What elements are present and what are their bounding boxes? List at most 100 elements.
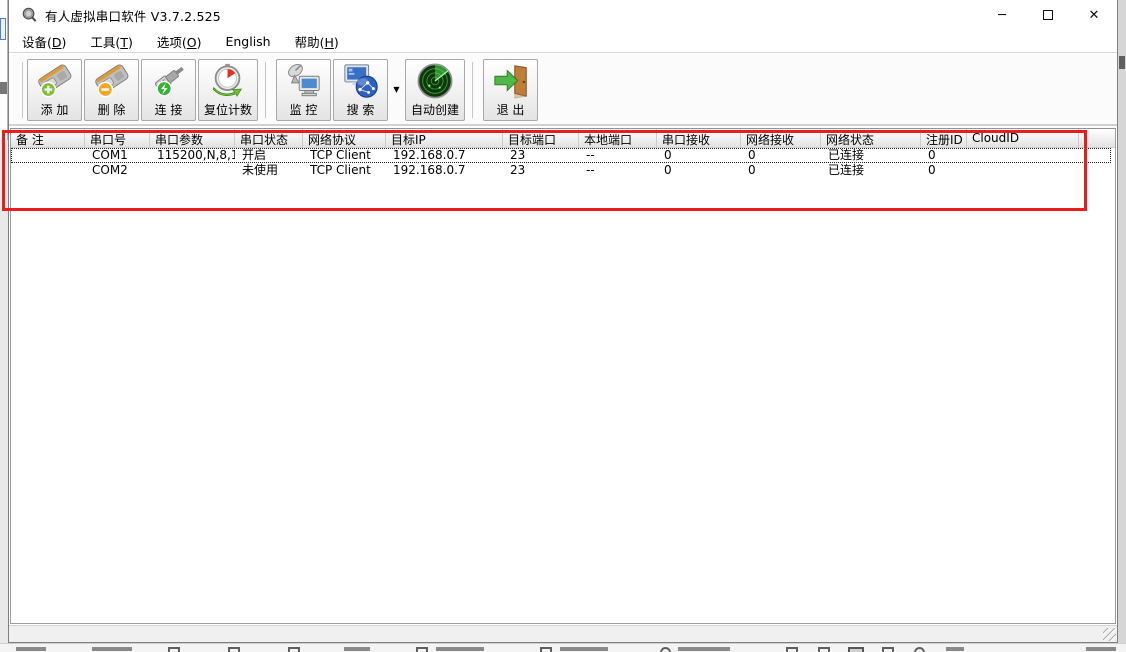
background-window-left-sliver xyxy=(0,0,8,652)
cell-net-protocol: TCP Client xyxy=(310,148,371,162)
column-header-net-protocol[interactable]: 网络协议 xyxy=(303,129,386,147)
minimize-button[interactable]: ─ xyxy=(979,0,1025,30)
cropped-toolbar-fragment xyxy=(678,647,730,651)
cell-target-port: 23 xyxy=(510,148,526,162)
column-header-port-params[interactable]: 串口参数 xyxy=(150,129,235,147)
close-icon: ✕ xyxy=(1088,7,1100,23)
stopwatch-reset-icon xyxy=(212,63,242,97)
background-text-fragment xyxy=(0,82,7,94)
port-list-header: 备 注 串口号 串口参数 串口状态 网络协议 目标IP 目标端口 本地端口 串口… xyxy=(11,129,1115,148)
exit-door-icon xyxy=(493,64,527,99)
background-cropped-app-strip xyxy=(0,643,1126,652)
exit-button-label: 退 出 xyxy=(496,102,525,117)
cropped-toolbar-fragment xyxy=(1086,647,1116,651)
menubar: 设备(D) 工具(T) 选项(O) English 帮助(H) xyxy=(9,30,1117,52)
app-window: 有人虚拟串口软件 V3.7.2.525 ─ ✕ 设备(D) 工具(T) 选项(O… xyxy=(8,0,1118,643)
cropped-toolbar-fragment xyxy=(560,647,608,651)
cropped-toolbar-icon-selected xyxy=(848,647,864,652)
cropped-toolbar-fragment xyxy=(946,647,964,651)
cell-serial-rx: 0 xyxy=(664,148,672,162)
menu-english[interactable]: English xyxy=(225,34,270,49)
cropped-toolbar-icon xyxy=(540,647,552,652)
status-bar xyxy=(9,625,1117,642)
cell-net-rx: 0 xyxy=(748,163,756,177)
cropped-toolbar-fragment xyxy=(92,647,132,651)
cell-port-params: 115200,N,8,1 xyxy=(157,148,235,162)
cropped-toolbar-fragment xyxy=(436,647,484,651)
menu-help[interactable]: 帮助(H) xyxy=(295,32,339,51)
auto-create-button-label: 自动创建 xyxy=(410,102,459,117)
cropped-toolbar-icon xyxy=(786,647,798,652)
cropped-toolbar-icon xyxy=(288,647,300,652)
delete-button[interactable]: 删 除 xyxy=(84,58,139,121)
close-button[interactable]: ✕ xyxy=(1071,0,1117,30)
toolbar-grip[interactable] xyxy=(20,61,23,118)
cell-com-port: COM2 xyxy=(92,163,128,177)
port-row-com1[interactable]: COM1 115200,N,8,1 开启 TCP Client 192.168.… xyxy=(11,148,1111,163)
cell-target-ip: 192.168.0.7 xyxy=(393,148,466,162)
cell-port-status: 未使用 xyxy=(242,163,279,177)
column-header-target-ip[interactable]: 目标IP xyxy=(386,129,503,147)
connect-button-label: 连 接 xyxy=(154,102,183,117)
auto-create-button[interactable]: 自动创建 xyxy=(405,58,465,121)
cropped-toolbar-icon xyxy=(882,647,894,652)
column-header-filler xyxy=(1079,129,1115,147)
column-header-port-status[interactable]: 串口状态 xyxy=(235,129,303,147)
column-header-net-rx[interactable]: 网络接收 xyxy=(741,129,821,147)
device-remove-icon xyxy=(94,63,128,97)
maximize-icon xyxy=(1043,10,1053,20)
menu-tools[interactable]: 工具(T) xyxy=(90,32,132,51)
menu-options[interactable]: 选项(O) xyxy=(157,32,202,51)
search-dropdown-arrow[interactable]: ▼ xyxy=(389,59,404,121)
column-header-serial-rx[interactable]: 串口接收 xyxy=(657,129,741,147)
screen: 有人虚拟串口软件 V3.7.2.525 ─ ✕ 设备(D) 工具(T) 选项(O… xyxy=(0,0,1126,652)
search-button[interactable]: 搜 索 xyxy=(333,58,388,121)
cell-net-rx: 0 xyxy=(748,148,756,162)
reset-count-button[interactable]: 复位计数 xyxy=(198,58,258,121)
column-header-target-port[interactable]: 目标端口 xyxy=(503,129,579,147)
menu-device[interactable]: 设备(D) xyxy=(22,32,66,51)
column-header-local-port[interactable]: 本地端口 xyxy=(579,129,657,147)
maximize-button[interactable] xyxy=(1025,0,1071,30)
add-button[interactable]: 添 加 xyxy=(27,58,82,121)
cell-net-status: 已连接 xyxy=(828,163,865,177)
cell-port-status: 开启 xyxy=(242,148,267,162)
toolbar-separator xyxy=(265,61,269,118)
background-icon-fragment xyxy=(1119,56,1125,69)
cell-target-port: 23 xyxy=(510,163,526,177)
minimize-icon: ─ xyxy=(998,7,1006,23)
cell-target-ip: 192.168.0.7 xyxy=(393,163,466,177)
toolbar-separator xyxy=(472,61,476,118)
monitor-button[interactable]: 监 控 xyxy=(276,58,331,121)
cropped-toolbar-fragment xyxy=(344,647,370,651)
column-header-net-status[interactable]: 网络状态 xyxy=(821,129,921,147)
reset-count-button-label: 复位计数 xyxy=(203,102,252,117)
connect-button[interactable]: 连 接 xyxy=(141,58,196,121)
column-header-cloud-id[interactable]: CloudID xyxy=(967,129,1079,147)
port-row-com2[interactable]: COM2 未使用 TCP Client 192.168.0.7 23 -- 0 … xyxy=(11,163,1111,178)
column-header-remark[interactable]: 备 注 xyxy=(11,129,85,147)
cropped-toolbar-fragment xyxy=(16,647,46,651)
column-header-com-port[interactable]: 串口号 xyxy=(85,129,150,147)
resize-grip[interactable] xyxy=(1103,628,1116,641)
app-logo-icon xyxy=(22,7,37,22)
cell-register-id: 0 xyxy=(928,148,936,162)
cropped-toolbar-icon xyxy=(914,647,925,652)
cell-net-status: 已连接 xyxy=(828,148,865,162)
satellite-monitor-icon xyxy=(287,63,320,96)
add-button-label: 添 加 xyxy=(40,102,69,117)
connector-power-icon xyxy=(154,66,184,96)
cell-serial-rx: 0 xyxy=(664,163,672,177)
background-blue-field-fragment xyxy=(0,18,6,40)
cropped-toolbar-icon xyxy=(168,647,180,652)
cell-com-port: COM1 xyxy=(92,148,128,162)
column-header-register-id[interactable]: 注册ID xyxy=(921,129,967,147)
monitor-button-label: 监 控 xyxy=(289,102,318,117)
exit-button[interactable]: 退 出 xyxy=(483,58,538,121)
delete-button-label: 删 除 xyxy=(97,102,126,117)
cell-net-protocol: TCP Client xyxy=(310,163,371,177)
cropped-toolbar-icon xyxy=(228,647,240,652)
titlebar[interactable]: 有人虚拟串口软件 V3.7.2.525 ─ ✕ xyxy=(9,0,1117,30)
port-list: 备 注 串口号 串口参数 串口状态 网络协议 目标IP 目标端口 本地端口 串口… xyxy=(10,128,1116,624)
cropped-toolbar-icon xyxy=(660,647,671,652)
